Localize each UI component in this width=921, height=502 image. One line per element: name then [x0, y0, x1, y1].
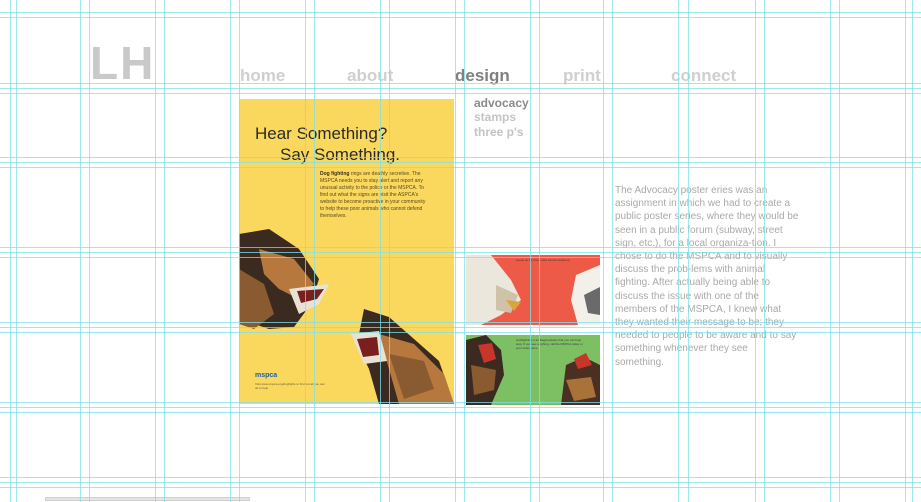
bird-illustration	[466, 255, 600, 325]
project-description: The Advocacy poster eries was an assignm…	[615, 185, 799, 368]
thumb-green-caption: cockfighting is an illegal activity that…	[516, 338, 583, 350]
subnav-advocacy[interactable]: advocacy	[474, 97, 529, 109]
nav-print[interactable]: print	[563, 67, 601, 84]
thumb-red-caption: speak up for those who cannot speak up	[516, 258, 570, 262]
subnav-three-ps[interactable]: three p's	[474, 126, 524, 138]
thumbnail-bird-poster[interactable]: speak up for those who cannot speak up	[466, 255, 600, 325]
thumbnail-rooster-poster[interactable]: cockfighting is an illegal activity that…	[466, 335, 600, 405]
horizontal-scrollbar[interactable]	[45, 497, 250, 501]
nav-design[interactable]: design	[455, 67, 510, 84]
nav-home[interactable]: home	[240, 67, 285, 84]
nav-about[interactable]: about	[347, 67, 393, 84]
site-logo[interactable]: LH	[90, 40, 155, 86]
advocacy-poster[interactable]: Hear Something? Say Something. Dog fight…	[239, 99, 454, 404]
subnav-stamps[interactable]: stamps	[474, 111, 516, 123]
poster-url: Visit www.mspca.org/dogfights to find ou…	[255, 382, 325, 390]
mspca-logo: mspca	[255, 372, 278, 379]
dogs-illustration	[239, 229, 454, 404]
nav-connect[interactable]: connect	[671, 67, 736, 84]
